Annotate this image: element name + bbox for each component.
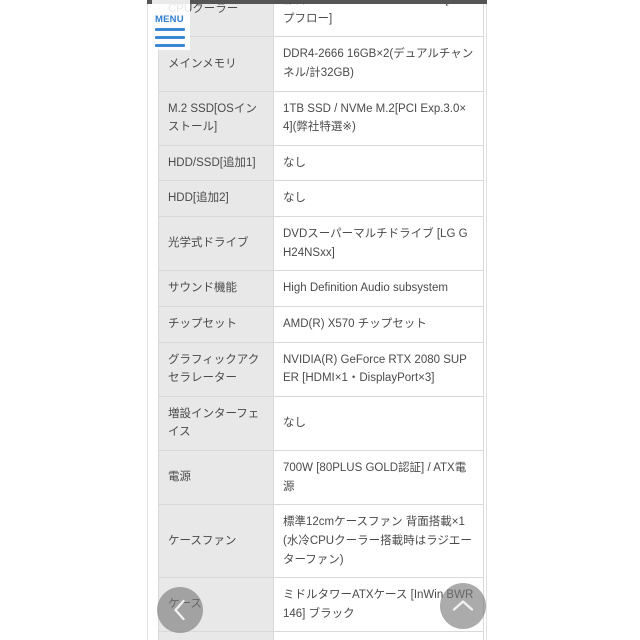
specification-table: CPUクーラー静音CPUクーラー Wraith Prism[トップフロー]メイン… — [158, 0, 484, 640]
spec-value-cell: High Definition Audio subsystem — [273, 270, 484, 307]
table-row: HDD/SSD[追加1] なし — [158, 144, 484, 182]
page-root: CPUクーラー静音CPUクーラー Wraith Prism[トップフロー]メイン… — [0, 0, 640, 640]
scroll-to-top-button[interactable] — [440, 583, 486, 629]
top-dark-bar — [147, 0, 487, 4]
table-row: ケースミドルタワーATXケース [InWin BWR146] ブラック — [158, 577, 484, 633]
hamburger-icon-bar-1 — [155, 28, 185, 31]
table-row: CPUクーラー静音CPUクーラー Wraith Prism[トップフロー] — [158, 0, 484, 38]
table-row: ケースファン 標準12cmケースファン 背面搭載×1(水冷CPUクーラー搭載時はラ… — [158, 504, 484, 579]
spec-value-cell: なし — [273, 180, 484, 217]
spec-value-cell: DVDスーパーマルチドライブ [LG GH24NSxx] — [273, 215, 484, 272]
spec-value-cell: なし — [273, 631, 484, 640]
spec-value-cell: なし — [273, 395, 484, 452]
table-row: M.2 SSD[OSインストール] 1TB SSD / NVMe M.2[PCI … — [158, 90, 484, 146]
hamburger-icon-bar-3 — [155, 44, 185, 47]
table-row: サウンド機能 High Definition Audio subsystem — [158, 270, 484, 307]
spec-label-cell: グラフィックアクセラレーター — [158, 341, 274, 397]
spec-label-cell: M.2 SSD[OSインストール] — [158, 90, 274, 146]
spec-value-cell: DDR4-2666 16GB×2(デュアルチャンネル/計32GB) — [273, 36, 484, 92]
spec-label-cell: サウンド機能 — [158, 270, 274, 307]
spec-value-cell: 標準12cmケースファン 背面搭載×1(水冷CPUクーラー搭載時はラジエーターフ… — [273, 504, 484, 579]
table-row: HDD[追加2] なし — [158, 180, 484, 217]
chevron-left-icon — [174, 599, 185, 621]
specification-table-body: CPUクーラー静音CPUクーラー Wraith Prism[トップフロー]メイン… — [158, 0, 484, 640]
spec-value-cell: 1TB SSD / NVMe M.2[PCI Exp.3.0×4](弊社特選※) — [273, 90, 484, 146]
spec-label-cell: HDD[追加2] — [158, 180, 274, 217]
table-row: グラフィックアクセラレーター NVIDIA(R) GeForce RTX 2080… — [158, 341, 484, 397]
hamburger-icon-bar-2 — [155, 36, 185, 39]
table-row: メインメモリ DDR4-2666 16GB×2(デュアルチャンネル/計32GB) — [158, 36, 484, 92]
table-row: チップセット AMD(R) X570 チップセット — [158, 305, 484, 343]
table-row: 光学式ドライブ DVDスーパーマルチドライブ [LG GH24NSxx] — [158, 215, 484, 272]
spec-label-cell: チップセット — [158, 305, 274, 343]
spec-label-cell: 電源 — [158, 449, 274, 506]
spec-value-cell: なし — [273, 144, 484, 182]
spec-value-cell: 静音CPUクーラー Wraith Prism[トップフロー] — [273, 0, 484, 38]
spec-value-cell: 700W [80PLUS GOLD認証] / ATX電源 — [273, 449, 484, 506]
spec-label-cell: HDD/SSD[追加1] — [158, 144, 274, 182]
table-row: 増設インターフェイス なし — [158, 395, 484, 452]
table-row: 電源 700W [80PLUS GOLD認証] / ATX電源 — [158, 449, 484, 506]
previous-page-button[interactable] — [157, 587, 203, 633]
spec-label-cell: 光学式ドライブ — [158, 215, 274, 272]
content-column: CPUクーラー静音CPUクーラー Wraith Prism[トップフロー]メイン… — [147, 0, 487, 640]
table-row: スピーカーなし — [158, 631, 484, 640]
spec-value-cell: AMD(R) X570 チップセット — [273, 305, 484, 343]
spec-label-cell: ケースファン — [158, 504, 274, 579]
chevron-up-icon — [452, 600, 474, 611]
spec-label-cell: 増設インターフェイス — [158, 395, 274, 452]
menu-button-label: MENU — [155, 14, 184, 25]
spec-value-cell: NVIDIA(R) GeForce RTX 2080 SUPER [HDMI×1… — [273, 341, 484, 397]
menu-button[interactable]: MENU — [152, 0, 190, 50]
spec-label-cell: スピーカー — [158, 631, 274, 640]
